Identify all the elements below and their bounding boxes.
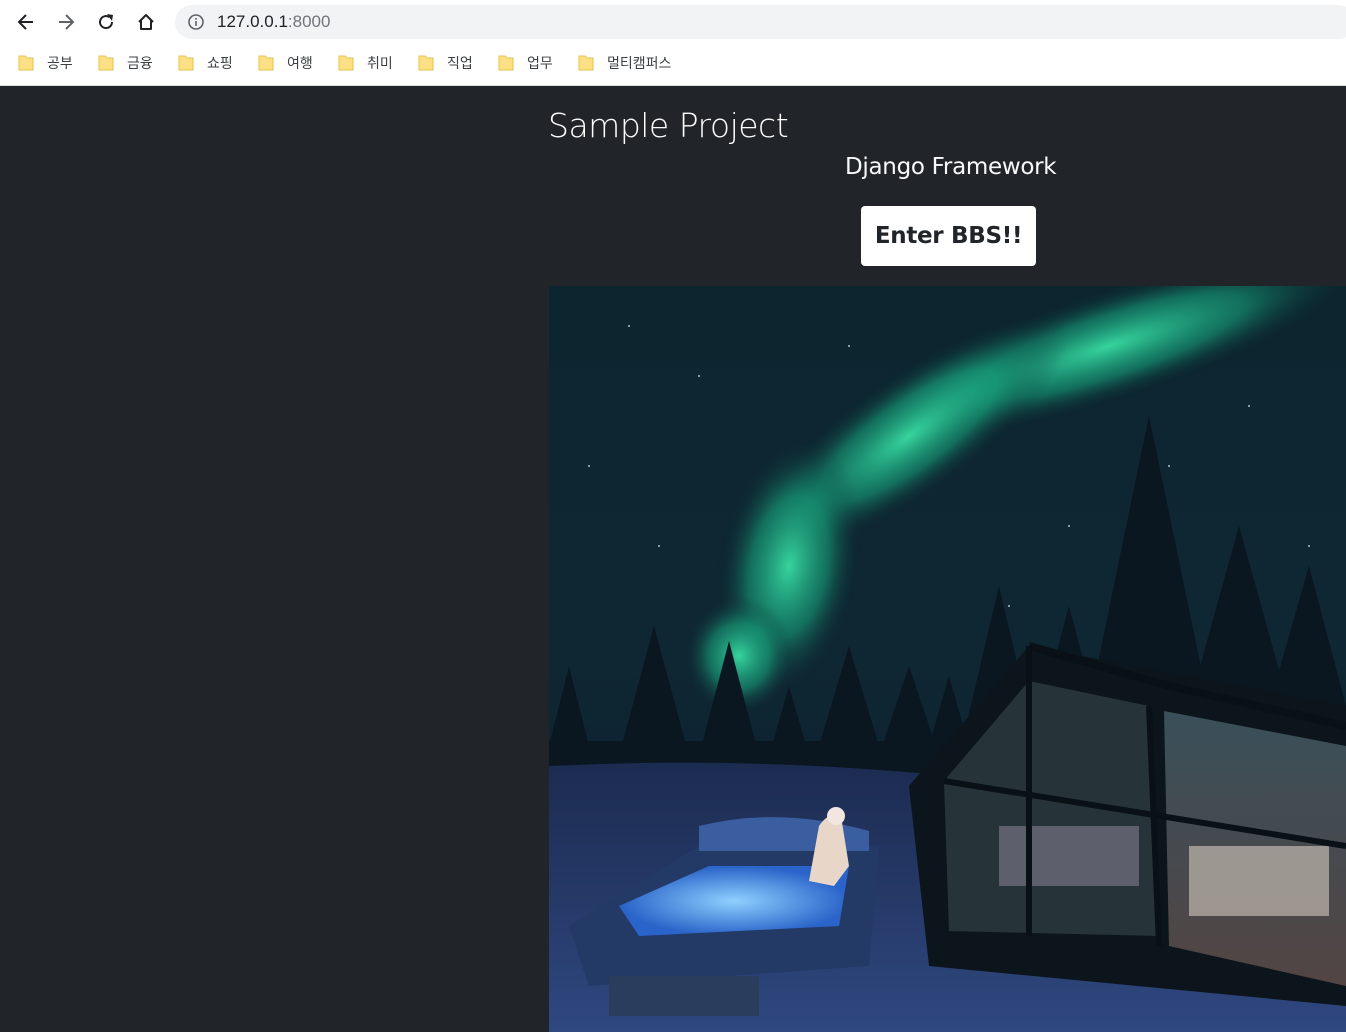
- forward-button[interactable]: [50, 6, 82, 38]
- folder-icon: [418, 55, 434, 71]
- page-body: Sample Project Django Framework Enter BB…: [0, 86, 1346, 1032]
- bookmarks-bar: 공부 금융 쇼핑 여행 취미 직업 업무 멀티캠퍼스: [0, 44, 1346, 86]
- page-title: Sample Project: [548, 106, 789, 145]
- info-icon[interactable]: [187, 13, 205, 31]
- browser-toolbar: 127.0.0.1:8000: [0, 0, 1346, 44]
- address-bar[interactable]: 127.0.0.1:8000: [175, 5, 1346, 39]
- folder-icon: [578, 55, 594, 71]
- bookmark-label: 여행: [287, 56, 313, 72]
- folder-icon: [498, 55, 514, 71]
- arrow-left-icon: [17, 14, 33, 30]
- folder-icon: [258, 55, 274, 71]
- folder-icon: [178, 55, 194, 71]
- url-host: 127.0.0.1: [217, 12, 288, 31]
- bookmark-label: 취미: [367, 56, 393, 72]
- home-icon: [138, 14, 154, 30]
- bookmark-folder[interactable]: 공부: [18, 52, 73, 74]
- bookmark-label: 업무: [527, 56, 553, 72]
- bookmark-label: 공부: [47, 56, 73, 72]
- bookmark-label: 직업: [447, 56, 473, 72]
- folder-icon: [338, 55, 354, 71]
- reload-button[interactable]: [90, 6, 122, 38]
- bookmark-folder[interactable]: 쇼핑: [178, 52, 233, 74]
- bookmark-folder[interactable]: 여행: [258, 52, 313, 74]
- folder-icon: [18, 55, 34, 71]
- page-subtitle: Django Framework: [845, 154, 1057, 180]
- url-port: :8000: [287, 12, 331, 31]
- bookmark-label: 쇼핑: [207, 56, 233, 72]
- arrow-right-icon: [59, 14, 75, 30]
- home-button[interactable]: [130, 6, 162, 38]
- bookmark-folder[interactable]: 금융: [98, 52, 153, 74]
- bookmark-folder[interactable]: 멀티캠퍼스: [578, 52, 671, 74]
- bookmark-label: 멀티캠퍼스: [607, 56, 672, 72]
- folder-icon: [98, 55, 114, 71]
- enter-bbs-button[interactable]: Enter BBS!!: [861, 206, 1036, 266]
- bookmark-folder[interactable]: 업무: [498, 52, 553, 74]
- bookmark-folder[interactable]: 직업: [418, 52, 473, 74]
- aurora-glass-igloo-hot-tub-photo: [549, 286, 1346, 1032]
- reload-icon: [99, 14, 114, 30]
- bookmark-label: 금융: [127, 56, 153, 72]
- bookmark-folder[interactable]: 취미: [338, 52, 393, 74]
- url-text: 127.0.0.1:8000: [217, 12, 330, 32]
- back-button[interactable]: [10, 6, 42, 38]
- hero-image: [549, 286, 1346, 1032]
